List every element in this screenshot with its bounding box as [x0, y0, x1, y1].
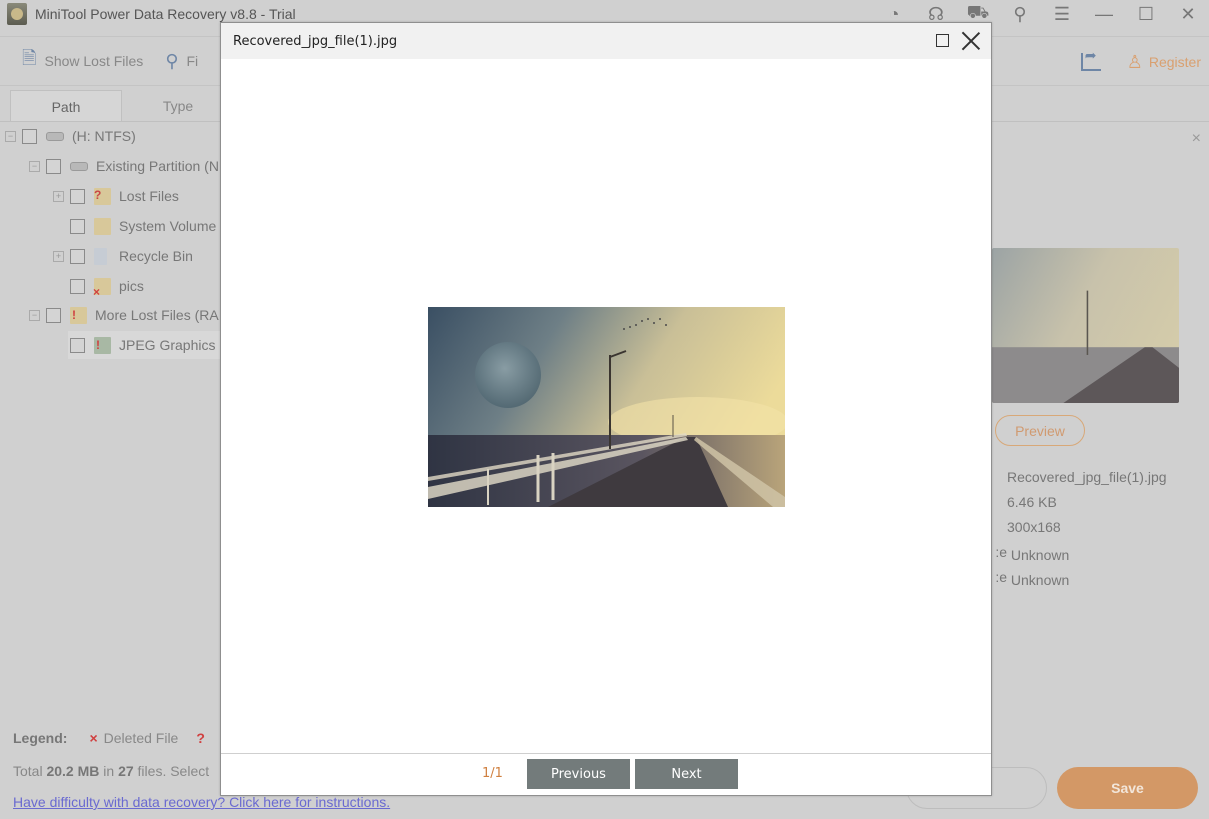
modified-date-row: e: Unknown: [992, 569, 1069, 588]
modified-date-label: e:: [995, 569, 1007, 585]
tree-item-recycle-bin[interactable]: + Recycle Bin: [53, 245, 193, 267]
help-link[interactable]: Have difficulty with data recovery? Clic…: [13, 794, 390, 810]
pier-photo: [428, 307, 785, 507]
tree-item-system-volume[interactable]: System Volume: [53, 215, 216, 237]
tree-item-label: Lost Files: [119, 188, 179, 204]
pier-photo-thumbnail: [992, 248, 1179, 403]
tree-item-existing-partition[interactable]: − Existing Partition (N: [29, 155, 219, 177]
drive-icon: [46, 131, 64, 141]
tree-item-label: JPEG Graphics: [119, 337, 216, 353]
tree-item-label: System Volume: [119, 218, 217, 234]
file-name-value: Recovered_jpg_file(1).jpg: [1007, 469, 1167, 485]
user-icon: ♙: [1126, 51, 1143, 72]
tree-checkbox[interactable]: [46, 158, 61, 174]
find-label: Fi: [186, 53, 199, 69]
total-in: in: [99, 763, 119, 779]
tree-item-label: (H: NTFS): [72, 128, 136, 144]
app-logo-icon: [7, 3, 27, 25]
view-tabs: Path Type: [10, 90, 234, 122]
deleted-folder-icon: ×: [93, 277, 111, 299]
close-preview-icon[interactable]: ×: [1192, 130, 1201, 148]
tree-checkbox[interactable]: [70, 188, 85, 204]
creation-date-label: e:: [995, 544, 1007, 560]
creation-date-value: Unknown: [1010, 547, 1070, 563]
key-search-icon[interactable]: ⚲: [999, 4, 1041, 25]
modified-date-value: Unknown: [1010, 572, 1070, 588]
page-counter: 1/1: [482, 766, 503, 781]
file-count: 27: [118, 763, 134, 779]
file-size-value: 6.46 KB: [1007, 494, 1057, 510]
save-button[interactable]: Save: [1057, 767, 1198, 809]
creation-date-row: e: Unknown: [992, 544, 1069, 563]
show-lost-files-button[interactable]: 🗎 Show Lost Files: [22, 46, 143, 76]
recycle-bin-icon: [94, 247, 107, 265]
dimensions-value: 300x168: [1007, 519, 1061, 535]
preview-image: [428, 307, 785, 507]
legend-label: Legend:: [13, 730, 68, 746]
viewer-footer: 1/1 Previous Next: [221, 753, 991, 795]
collapse-icon[interactable]: −: [5, 130, 16, 142]
lost-folder-icon: ?: [94, 187, 111, 205]
viewer-header: Recovered_jpg_file(1).jpg: [221, 23, 991, 59]
tree-item-label: pics: [119, 278, 144, 294]
folder-icon: [94, 217, 111, 235]
close-icon[interactable]: [959, 29, 983, 53]
preview-panel: × Preview Recovered_jpg_file(1).jpg 6.46…: [992, 121, 1209, 721]
close-icon[interactable]: ✕: [1167, 4, 1209, 25]
tab-type[interactable]: Type: [122, 90, 234, 122]
deleted-mark-icon: ×: [89, 730, 98, 746]
maximize-icon[interactable]: [936, 34, 949, 47]
expand-icon[interactable]: +: [53, 250, 64, 262]
app-title: MiniTool Power Data Recovery v8.8 - Tria…: [35, 6, 296, 22]
legend: Legend: × Deleted File ?: [13, 730, 211, 746]
lost-files-doc-icon: 🗎: [22, 48, 37, 68]
show-lost-files-label: Show Lost Files: [44, 53, 144, 69]
tree-checkbox[interactable]: [70, 337, 85, 353]
menu-icon[interactable]: ☰: [1041, 4, 1083, 25]
tree-item-label: Existing Partition (N: [96, 158, 219, 174]
viewer-title: Recovered_jpg_file(1).jpg: [233, 33, 398, 49]
tree-item-label: More Lost Files (RA: [95, 307, 219, 323]
collapse-icon[interactable]: −: [29, 309, 40, 321]
tree-checkbox[interactable]: [70, 218, 85, 234]
tab-path[interactable]: Path: [10, 90, 122, 122]
raw-folder-icon: !: [70, 306, 87, 324]
maximize-icon[interactable]: ☐: [1125, 4, 1167, 25]
register-label: Register: [1148, 54, 1201, 70]
tree-item-drive[interactable]: − (H: NTFS): [5, 125, 136, 147]
tree-checkbox[interactable]: [70, 278, 85, 294]
next-button[interactable]: Next: [635, 759, 738, 789]
register-button[interactable]: ♙ Register: [1127, 52, 1201, 73]
image-viewer-dialog: Recovered_jpg_file(1).jpg 1/1 Previous N…: [220, 22, 992, 796]
previous-button[interactable]: Previous: [527, 759, 630, 789]
tree-checkbox[interactable]: [70, 248, 85, 264]
search-icon: ⚲: [165, 50, 179, 71]
tree-item-label: Recycle Bin: [119, 248, 193, 264]
tree-item-more-lost-files[interactable]: − ! More Lost Files (RA: [29, 304, 219, 326]
legend-deleted-file: Deleted File: [103, 730, 179, 746]
tree-item-lost-files[interactable]: + ? Lost Files: [53, 185, 179, 207]
viewer-body: [221, 59, 991, 754]
file-tree-panel: [0, 121, 220, 721]
jpeg-folder-icon: !: [94, 336, 111, 354]
tree-checkbox[interactable]: [22, 128, 37, 144]
tree-item-jpeg-graphics[interactable]: ! JPEG Graphics: [53, 334, 215, 356]
files-suffix: files. Select: [133, 763, 210, 779]
tree-item-pics[interactable]: × pics: [53, 275, 144, 299]
tree-checkbox[interactable]: [46, 307, 61, 323]
lost-mark-icon: ?: [196, 730, 205, 746]
minimize-icon[interactable]: —: [1083, 4, 1125, 25]
preview-button[interactable]: Preview: [995, 415, 1085, 446]
total-size: 20.2 MB: [46, 763, 100, 779]
expand-icon[interactable]: +: [53, 190, 64, 202]
collapse-icon[interactable]: −: [29, 160, 40, 172]
preview-thumbnail: [992, 248, 1179, 403]
total-summary: Total 20.2 MB in 27 files. Select: [13, 763, 209, 779]
find-button[interactable]: ⚲ Fi: [165, 51, 198, 72]
export-icon[interactable]: [1080, 47, 1101, 71]
total-prefix: Total: [13, 763, 47, 779]
drive-icon: [70, 161, 88, 171]
